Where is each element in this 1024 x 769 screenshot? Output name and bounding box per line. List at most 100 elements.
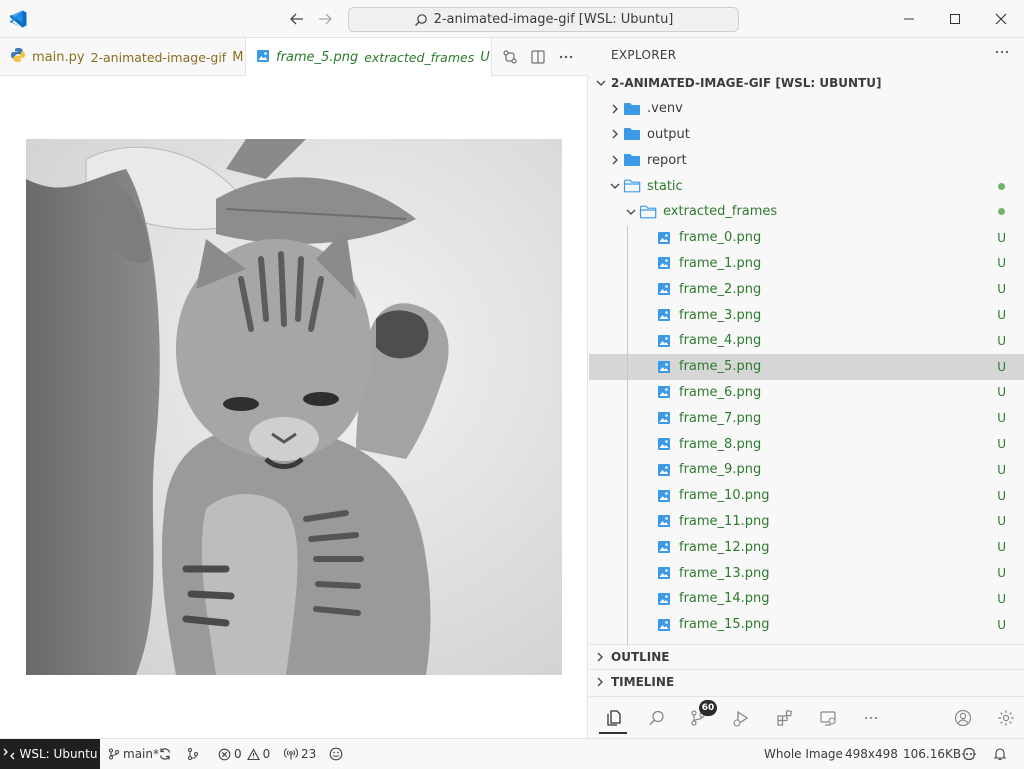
outline-section[interactable]: OUTLINE xyxy=(589,644,1024,668)
copilot-icon[interactable] xyxy=(961,739,980,769)
remote-explorer-icon[interactable] xyxy=(817,707,839,729)
file-item[interactable]: frame_8.png U xyxy=(589,431,1024,457)
image-file-icon xyxy=(655,281,673,297)
zoom-indicator[interactable]: Whole Image xyxy=(764,739,843,769)
settings-gear-icon[interactable] xyxy=(995,707,1017,729)
folder-icon xyxy=(623,126,641,142)
untracked-badge: U xyxy=(997,411,1006,426)
notifications-bell-icon[interactable] xyxy=(993,739,1010,769)
back-arrow-icon[interactable] xyxy=(286,8,308,30)
folder-open-icon xyxy=(623,178,641,194)
file-item[interactable]: frame_12.png U xyxy=(589,534,1024,560)
tab-main-py-label: main.py xyxy=(32,49,85,65)
file-item[interactable]: frame_11.png U xyxy=(589,509,1024,535)
tab-main-py-description: 2-animated-image-gif xyxy=(90,49,227,65)
image-file-icon xyxy=(655,591,673,607)
source-control-badge: 60 xyxy=(699,700,717,716)
file-item[interactable]: frame_9.png U xyxy=(589,457,1024,483)
activity-bar xyxy=(589,696,1024,738)
explorer-sidebar: EXPLORER 2-ANIMATED-IMAGE-GIF [WSL: UBUN… xyxy=(589,38,1024,696)
file-label: frame_15.png xyxy=(679,617,770,633)
chevron-down-icon xyxy=(623,206,639,218)
file-item[interactable]: frame_3.png U xyxy=(589,302,1024,328)
file-label: frame_10.png xyxy=(679,488,770,504)
editor-actions xyxy=(496,38,588,76)
tab-frame-5-description: extracted_frames xyxy=(364,50,475,65)
chevron-right-icon xyxy=(607,128,623,140)
file-label: frame_8.png xyxy=(679,436,762,452)
file-item[interactable]: frame_5.png U xyxy=(589,353,1024,380)
timeline-section[interactable]: TIMELINE xyxy=(589,669,1024,693)
feedback-smiley-icon[interactable] xyxy=(329,739,346,769)
file-item[interactable]: frame_0.png U xyxy=(589,225,1024,251)
file-item[interactable]: frame_15.png U xyxy=(589,612,1024,638)
folder-output[interactable]: output xyxy=(589,122,1024,148)
untracked-badge: U xyxy=(997,385,1006,400)
file-item[interactable]: frame_7.png U xyxy=(589,405,1024,431)
untracked-badge: U xyxy=(997,617,1006,632)
folder-venv[interactable]: .venv xyxy=(589,96,1024,122)
file-item[interactable]: frame_2.png U xyxy=(589,276,1024,302)
folder-extracted-frames[interactable]: extracted_frames xyxy=(589,199,1024,225)
explorer-more-icon[interactable] xyxy=(994,44,1010,64)
modified-dot xyxy=(998,182,1005,190)
folder-report[interactable]: report xyxy=(589,147,1024,173)
explorer-title: EXPLORER xyxy=(611,48,677,62)
file-label: frame_5.png xyxy=(679,359,762,375)
image-file-icon xyxy=(655,488,673,504)
workspace-root-label: 2-ANIMATED-IMAGE-GIF [WSL: UBUNTU] xyxy=(611,75,882,90)
chevron-right-icon xyxy=(589,676,611,688)
file-item[interactable]: frame_1.png U xyxy=(589,251,1024,277)
workspace-root[interactable]: 2-ANIMATED-IMAGE-GIF [WSL: UBUNTU] xyxy=(589,70,1024,96)
close-button[interactable] xyxy=(978,0,1024,38)
split-editor-icon[interactable] xyxy=(524,43,552,71)
file-tree: 2-ANIMATED-IMAGE-GIF [WSL: UBUNTU] .venv… xyxy=(589,70,1024,638)
file-item[interactable]: frame_4.png U xyxy=(589,328,1024,354)
indent-guide xyxy=(627,226,628,646)
untracked-badge: U xyxy=(997,437,1006,452)
image-file-icon xyxy=(655,513,673,529)
tab-frame-5[interactable]: frame_5.png extracted_frames U xyxy=(246,38,492,77)
timeline-label: TIMELINE xyxy=(611,674,675,689)
vscode-logo-icon xyxy=(8,9,28,29)
problems-indicator[interactable]: 0 0 xyxy=(218,739,270,769)
image-file-icon xyxy=(655,359,673,375)
accounts-icon[interactable] xyxy=(952,707,974,729)
remote-label: WSL: Ubuntu xyxy=(19,747,98,761)
untracked-badge: U xyxy=(997,333,1006,348)
file-item[interactable]: frame_13.png U xyxy=(589,560,1024,586)
file-item[interactable]: frame_10.png U xyxy=(589,483,1024,509)
tab-frame-5-status: U xyxy=(480,50,490,65)
remote-indicator[interactable]: WSL: Ubuntu xyxy=(0,739,100,769)
branch-indicator[interactable]: main* xyxy=(108,739,159,769)
ports-indicator[interactable]: 23 xyxy=(284,739,316,769)
file-label: frame_13.png xyxy=(679,565,770,581)
sync-icon[interactable] xyxy=(158,739,175,769)
folder-static[interactable]: static xyxy=(589,173,1024,199)
folder-label: report xyxy=(647,152,687,168)
file-label: frame_14.png xyxy=(679,591,770,607)
search-icon xyxy=(414,13,427,26)
command-center-search[interactable]: 2-animated-image-gif [WSL: Ubuntu] xyxy=(348,7,739,32)
more-views-icon[interactable] xyxy=(860,707,882,729)
file-label: frame_11.png xyxy=(679,513,770,529)
open-changes-icon[interactable] xyxy=(496,43,524,71)
file-label: frame_0.png xyxy=(679,230,762,246)
python-icon xyxy=(10,47,26,67)
file-item[interactable]: frame_14.png U xyxy=(589,586,1024,612)
more-actions-icon[interactable] xyxy=(552,43,580,71)
git-graph-icon[interactable] xyxy=(186,739,203,769)
maximize-button[interactable] xyxy=(932,0,978,38)
error-icon xyxy=(218,748,231,760)
run-debug-icon[interactable] xyxy=(730,707,752,729)
extensions-icon[interactable] xyxy=(774,707,796,729)
remote-icon xyxy=(3,748,14,760)
file-item[interactable]: frame_6.png U xyxy=(589,380,1024,406)
explorer-files-icon[interactable] xyxy=(603,707,625,729)
forward-arrow-icon[interactable] xyxy=(314,8,336,30)
untracked-badge: U xyxy=(997,514,1006,529)
untracked-badge: U xyxy=(997,256,1006,271)
tab-main-py[interactable]: main.py 2-animated-image-gif M xyxy=(0,38,246,76)
search-icon[interactable] xyxy=(646,707,668,729)
minimize-button[interactable] xyxy=(886,0,932,38)
